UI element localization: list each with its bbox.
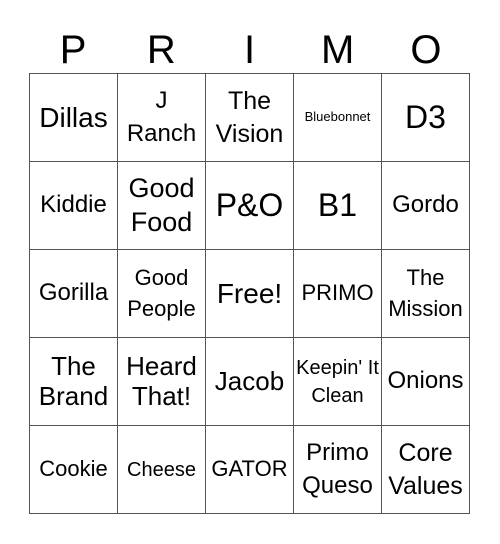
bingo-cell[interactable]: Bluebonnet — [294, 74, 382, 162]
bingo-cell[interactable]: J Ranch — [118, 74, 206, 162]
header-letter-i: I — [243, 28, 256, 72]
bingo-cell[interactable]: Free! — [206, 250, 294, 338]
bingo-cell[interactable]: Good Food — [118, 162, 206, 250]
header-letter-m: M — [321, 28, 355, 72]
header-letter-r: R — [146, 28, 176, 72]
bingo-cell[interactable]: The Mission — [382, 250, 470, 338]
header-letter-o: O — [410, 28, 442, 72]
bingo-cell[interactable]: Keepin' It Clean — [294, 338, 382, 426]
bingo-cell[interactable]: GATOR — [206, 426, 294, 514]
bingo-cell[interactable]: Cookie — [30, 426, 118, 514]
bingo-cell[interactable]: Gordo — [382, 162, 470, 250]
header-letter-p: P — [59, 28, 87, 72]
bingo-cell[interactable]: Cheese — [118, 426, 206, 514]
bingo-cell[interactable]: Good People — [118, 250, 206, 338]
bingo-cell[interactable]: D3 — [382, 74, 470, 162]
bingo-cell[interactable]: Jacob — [206, 338, 294, 426]
bingo-cell[interactable]: PRIMO — [294, 250, 382, 338]
bingo-cell[interactable]: The Vision — [206, 74, 294, 162]
bingo-header: P R I M O — [29, 30, 470, 70]
bingo-cell[interactable]: The Brand — [30, 338, 118, 426]
bingo-cell[interactable]: Onions — [382, 338, 470, 426]
bingo-cell[interactable]: Dillas — [30, 74, 118, 162]
bingo-cell[interactable]: Heard That! — [118, 338, 206, 426]
bingo-grid: Dillas J Ranch The Vision Bluebonnet D3 … — [29, 73, 470, 514]
bingo-cell[interactable]: Kiddie — [30, 162, 118, 250]
bingo-cell[interactable]: Core Values — [382, 426, 470, 514]
bingo-cell[interactable]: B1 — [294, 162, 382, 250]
bingo-cell[interactable]: Gorilla — [30, 250, 118, 338]
bingo-cell[interactable]: P&O — [206, 162, 294, 250]
bingo-cell[interactable]: Primo Queso — [294, 426, 382, 514]
